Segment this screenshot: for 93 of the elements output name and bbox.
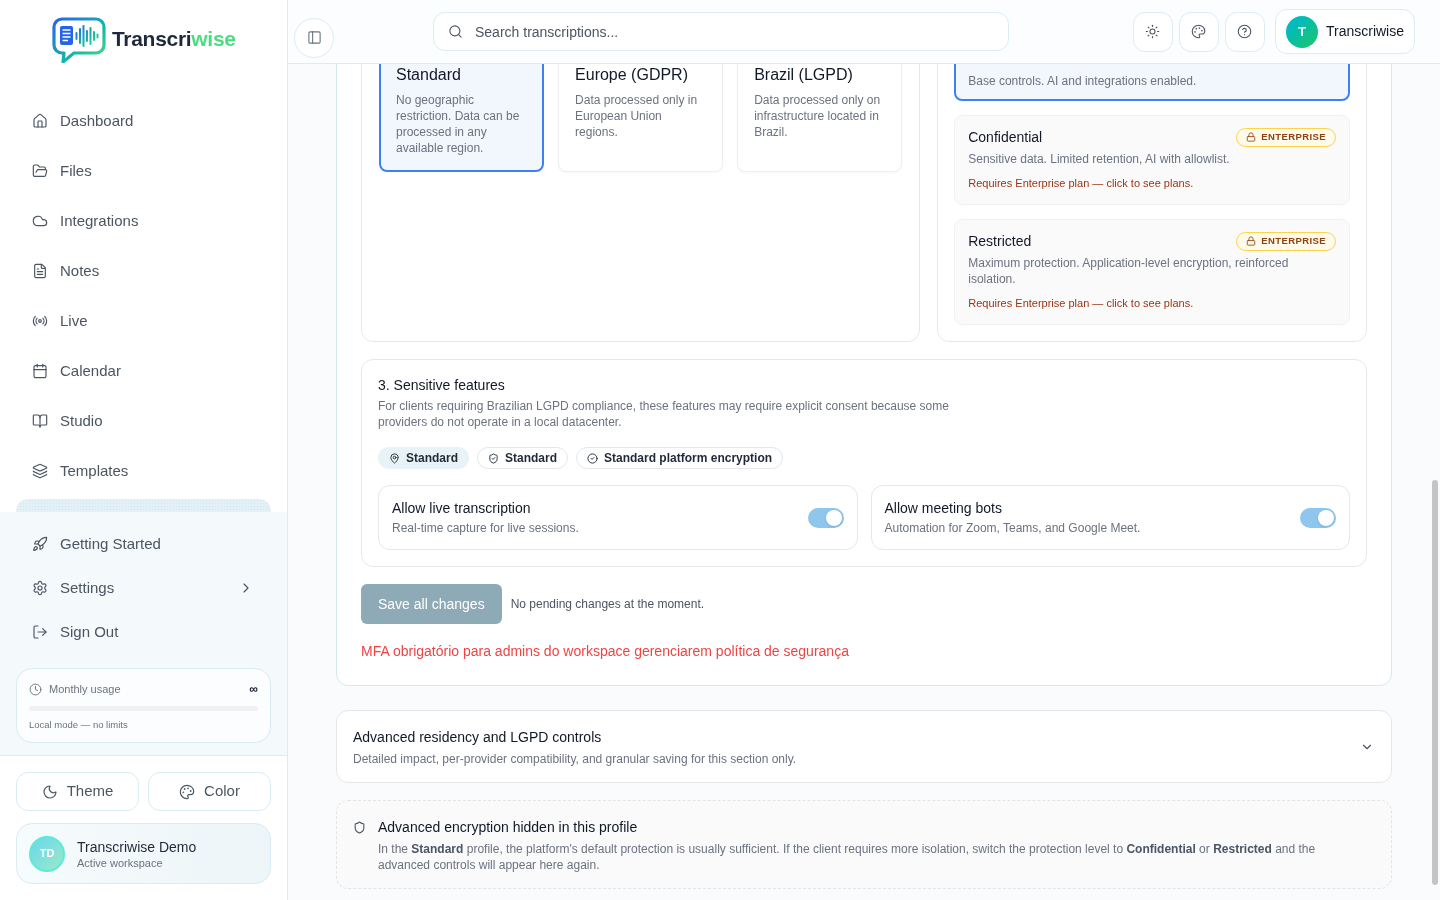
nav-item[interactable]: Dashboard	[16, 96, 271, 146]
upgrade-link[interactable]: Requires Enterprise plan — click to see plans.	[968, 176, 1336, 190]
lock-icon	[1246, 132, 1257, 142]
tag-label: Standard	[406, 450, 458, 467]
protection-level-card[interactable]: Confidential ENTERPRISE Sensitive data. Limited retention, AI with allowlist. Requires Enterprise plan — click to see plans.	[954, 115, 1350, 205]
protection-level-card[interactable]: Restricted ENTERPRISE Maximum protection. Application-level encryption, reinforced isolation. Requires Enterprise plan — click to see plans.	[954, 219, 1350, 325]
help-button[interactable]	[1224, 11, 1265, 52]
region-title: Brazil (LGPD)	[754, 65, 854, 85]
region-description: Data processed only on infrastructure located in Brazil.	[754, 92, 882, 140]
layers-icon	[32, 463, 48, 479]
nav-item[interactable]: Templates	[16, 446, 271, 496]
theme-toggle-button[interactable]	[1132, 11, 1173, 52]
protection-title: Restricted	[968, 231, 1032, 251]
search-icon	[448, 24, 463, 39]
circle-check-icon	[587, 452, 599, 464]
theme-button[interactable]: Theme	[16, 772, 139, 811]
nav-item[interactable]: Files	[16, 146, 271, 196]
book-icon	[32, 413, 48, 429]
error-message: MFA obrigatório para admins do workspace gerenciarem política de segurança	[361, 642, 850, 661]
nav-item[interactable]: Integrations	[16, 196, 271, 246]
workspace-card[interactable]: TD Transcriwise Demo Active workspace	[16, 823, 271, 884]
nav-item[interactable]: Notes	[16, 246, 271, 296]
nav-item[interactable]: Sign Out	[16, 610, 271, 654]
palette-icon	[1191, 24, 1207, 39]
region-description: Data processed only in European Union regions.	[575, 92, 699, 140]
save-status: No pending changes at the moment.	[510, 596, 705, 613]
rocket-icon	[32, 536, 48, 552]
region-description: No geographic restriction. Data can be processed in any available region.	[396, 92, 521, 156]
nav-item[interactable]: Live	[16, 296, 271, 346]
section-title: Advanced residency and LGPD controls	[353, 727, 603, 747]
sun-icon	[1145, 24, 1161, 39]
setting-title: Allow live transcription	[392, 499, 532, 517]
toggle-switch[interactable]	[1300, 507, 1336, 528]
map-pin-icon	[389, 452, 400, 464]
avatar: TD	[29, 835, 65, 872]
badge-label: ENTERPRISE	[1261, 129, 1326, 144]
settings-icon	[32, 580, 48, 596]
folder-icon	[32, 163, 48, 179]
protection-description: Base controls. AI and integrations enabled.	[968, 73, 1198, 89]
toggle-switch[interactable]	[807, 507, 844, 528]
broadcast-icon	[32, 313, 48, 329]
shield-check-icon	[488, 452, 499, 464]
section-title: 3. Sensitive features	[378, 376, 506, 395]
document-icon	[32, 263, 48, 279]
clock-icon	[29, 682, 42, 696]
house-icon	[32, 113, 48, 129]
section-description: Detailed impact, per-provider compatibility, and granular saving for this section only.	[353, 750, 797, 767]
logo-text: Transcriwise	[112, 26, 236, 52]
panel-left-icon	[306, 30, 322, 45]
nav-item[interactable]: Settings	[16, 566, 271, 610]
workspace-role: Active workspace	[77, 855, 164, 870]
protection-description: Maximum protection. Application-level encryption, reinforced isolation.	[968, 255, 1290, 287]
region-title: Europe (GDPR)	[575, 65, 689, 85]
protection-description: Sensitive data. Limited retention, AI with allowlist.	[968, 151, 1231, 167]
notice-title: Advanced encryption hidden in this profile	[378, 818, 639, 837]
moon-icon	[41, 783, 58, 800]
section-description: For clients requiring Brazilian LGPD compliance, these features may require explicit consent because some providers do not operate in a local datacenter.	[378, 398, 950, 430]
tag-label: Standard	[505, 450, 558, 467]
tag-label: Standard platform encryption	[604, 450, 773, 467]
protection-level-card[interactable]: Base controls. AI and integrations enabled.	[954, 64, 1350, 101]
usage-note: Local mode — no limits	[29, 719, 129, 731]
color-button[interactable]: Color	[148, 772, 271, 811]
scrollbar-thumb[interactable]	[1432, 480, 1438, 885]
workspace-name: Transcriwise Demo	[77, 837, 197, 856]
setting-description: Automation for Zoom, Teams, and Google Meet.	[884, 520, 1141, 536]
avatar: T	[1285, 15, 1318, 48]
badge-label: ENTERPRISE	[1261, 233, 1326, 248]
region-title: Standard	[396, 65, 462, 85]
lock-icon	[1246, 236, 1257, 246]
help-icon	[1237, 24, 1253, 39]
region-option-card[interactable]: Europe (GDPR) Data processed only in European Union regions.	[558, 64, 724, 172]
usage-limit: ∞	[249, 681, 258, 698]
calendar-icon	[32, 363, 48, 379]
shield-icon	[353, 821, 366, 834]
user-menu-button[interactable]: T Transcriwise	[1274, 9, 1415, 54]
notice-text: In the Standard profile, the platform's default protection is usually sufficient. If the client requires more isolation, switch the protection level to Confidential or Restricted and the advanced controls will appear here again.	[378, 841, 1317, 873]
protection-title: Confidential	[968, 127, 1043, 147]
nav-item[interactable]: Calendar	[16, 346, 271, 396]
nav-item[interactable]: Studio	[16, 396, 271, 446]
sign-out-icon	[32, 624, 48, 640]
usage-title: Monthly usage	[49, 681, 122, 697]
nav-item[interactable]: Getting Started	[16, 522, 271, 566]
upgrade-link[interactable]: Requires Enterprise plan — click to see plans.	[968, 296, 1336, 310]
region-option-card[interactable]: Standard No geographic restriction. Data can be processed in any available region.	[379, 64, 545, 172]
color-palette-button[interactable]	[1178, 11, 1219, 52]
setting-description: Real-time capture for live sessions.	[392, 520, 579, 536]
palette-icon	[179, 783, 196, 800]
setting-title: Allow meeting bots	[884, 499, 1003, 517]
search-field[interactable]: Search transcriptions...	[433, 12, 1009, 51]
logo-icon	[52, 17, 106, 63]
cloud-icon	[32, 213, 48, 229]
sidebar-toggle-button[interactable]	[294, 17, 334, 58]
region-option-card[interactable]: Brazil (LGPD) Data processed only on infrastructure located in Brazil.	[737, 64, 903, 172]
